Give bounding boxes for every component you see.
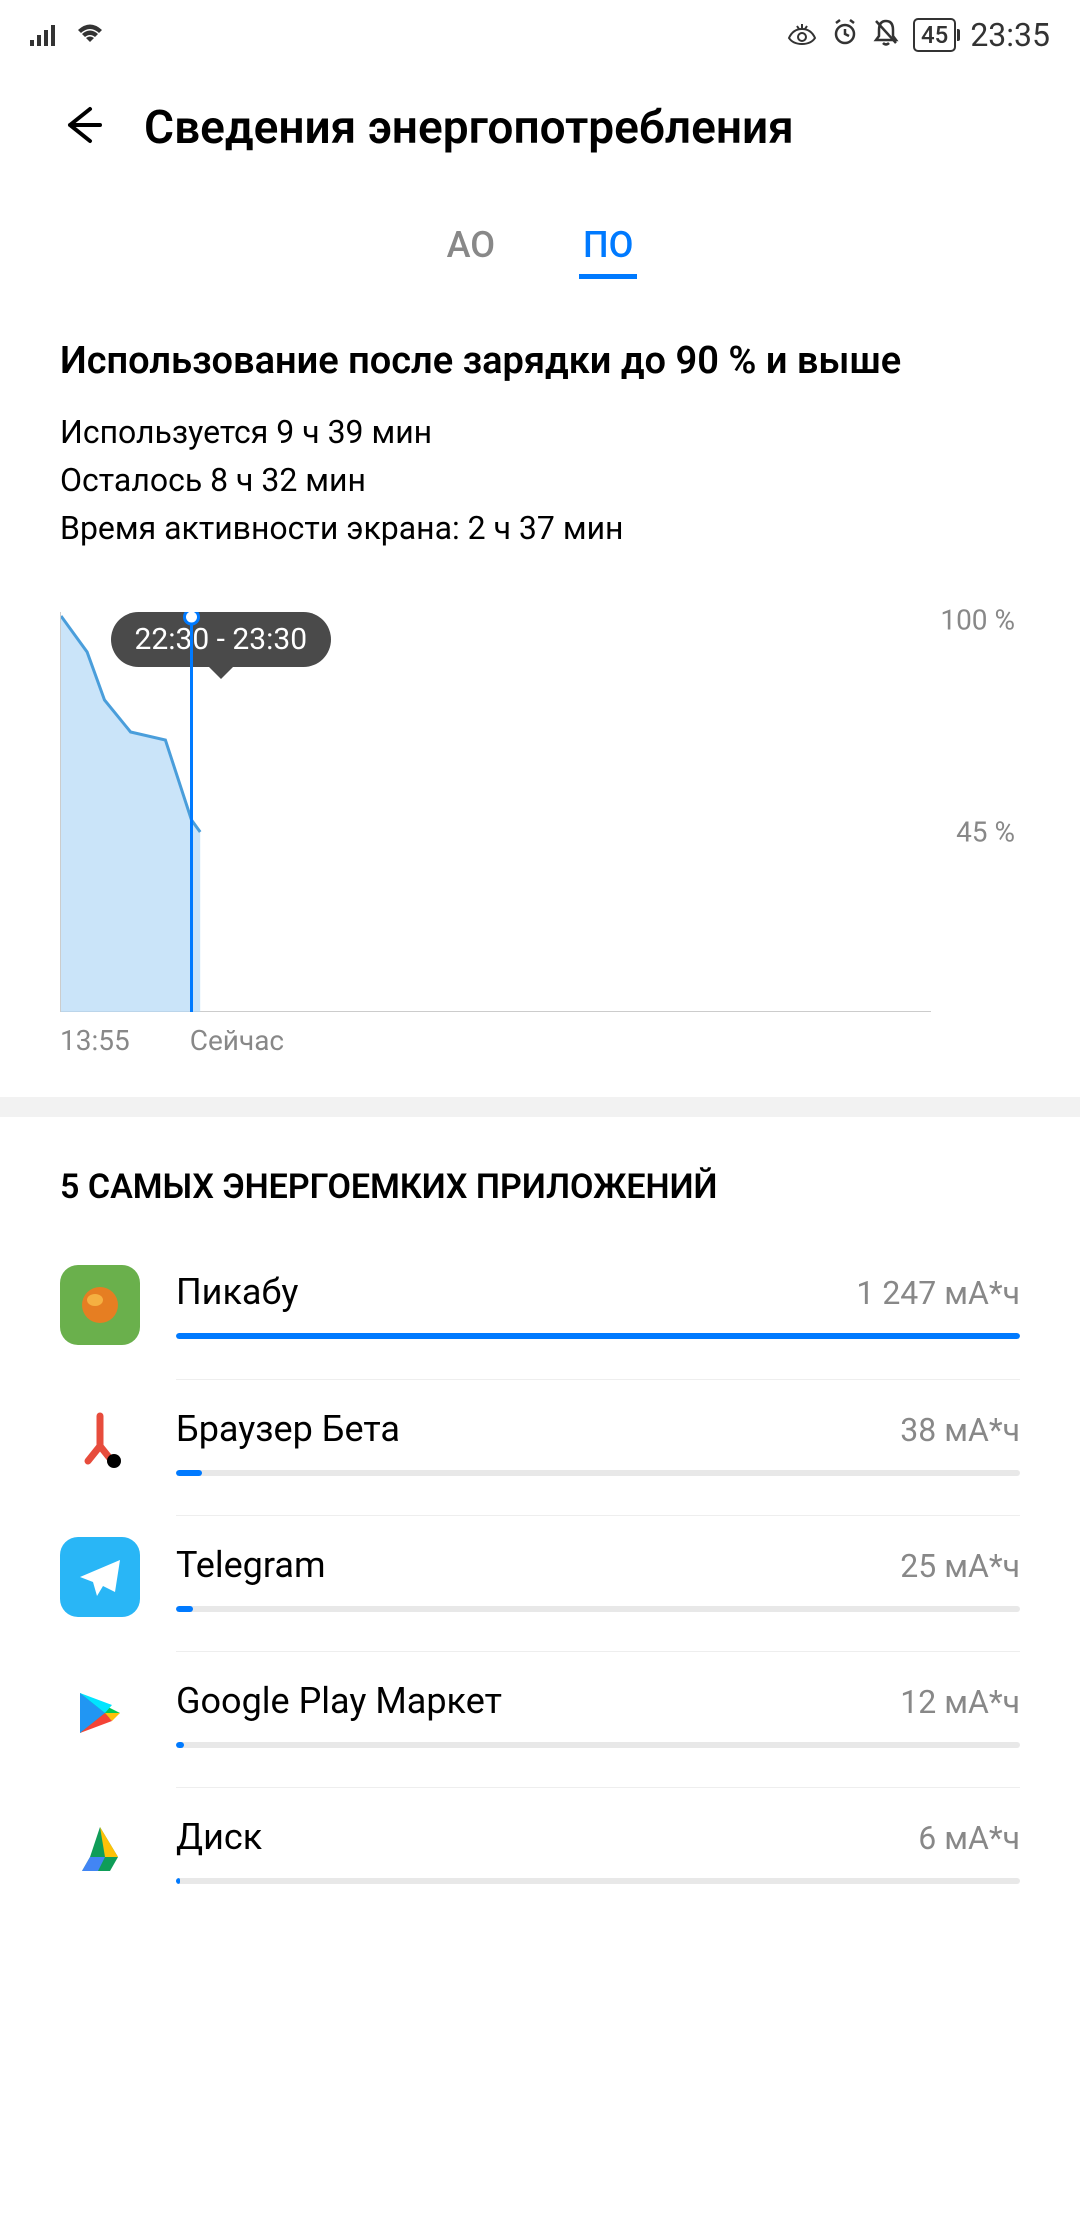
app-info: Браузер Бета 38 мА*ч (176, 1379, 1020, 1476)
app-name-label: Пикабу (176, 1271, 298, 1313)
usage-title: Использование после зарядки до 90 % и вы… (60, 339, 1020, 383)
app-list: Пикабу 1 247 мА*ч Браузер Бета 38 мА*ч (0, 1237, 1080, 1917)
tab-hardware[interactable]: АО (443, 216, 499, 279)
app-row[interactable]: Пикабу 1 247 мА*ч (60, 1237, 1020, 1373)
section-divider (0, 1097, 1080, 1117)
back-button[interactable] (60, 100, 104, 156)
mute-icon (873, 16, 899, 54)
status-bar: 45 23:35 (0, 0, 1080, 70)
app-row[interactable]: Браузер Бета 38 мА*ч (60, 1373, 1020, 1509)
battery-chart[interactable]: 22:30 - 23:30 100 % 45 % 13:55 Сейчас (60, 612, 1020, 1057)
app-usage-bar (176, 1333, 1020, 1339)
app-usage-label: 25 мА*ч (900, 1547, 1020, 1585)
app-name-label: Telegram (176, 1544, 326, 1586)
stat-screen-on: Время активности экрана: 2 ч 37 мин (60, 509, 1020, 547)
app-icon (60, 1537, 140, 1617)
app-icon (60, 1673, 140, 1753)
chart-plot[interactable] (60, 612, 931, 1012)
app-info: Пикабу 1 247 мА*ч (176, 1271, 1020, 1339)
app-usage-label: 12 мА*ч (900, 1683, 1020, 1721)
battery-icon: 45 (913, 18, 956, 52)
alarm-icon (831, 16, 859, 54)
eye-icon (787, 16, 817, 54)
chart-x-labels: 13:55 Сейчас (60, 1024, 1020, 1057)
app-name-label: Google Play Маркет (176, 1680, 502, 1722)
app-icon (60, 1265, 140, 1345)
apps-heading: 5 САМЫХ ЭНЕРГОЕМКИХ ПРИЛОЖЕНИЙ (0, 1117, 1080, 1237)
app-name-label: Диск (176, 1816, 262, 1858)
signal-icon (30, 16, 62, 54)
header: Сведения энергопотребления (0, 70, 1080, 196)
app-info: Telegram 25 мА*ч (176, 1515, 1020, 1612)
usage-section: Использование после зарядки до 90 % и вы… (0, 289, 1080, 1057)
app-info: Google Play Маркет 12 мА*ч (176, 1651, 1020, 1748)
app-row[interactable]: Telegram 25 мА*ч (60, 1509, 1020, 1645)
chart-y-labels: 100 % 45 % (931, 612, 1020, 1012)
app-name-label: Браузер Бета (176, 1408, 400, 1450)
ylabel-100: 100 % (940, 604, 1015, 637)
tabs: АО ПО (0, 196, 1080, 289)
app-usage-bar (176, 1606, 1020, 1612)
tab-software[interactable]: ПО (579, 216, 637, 279)
status-left (30, 16, 106, 54)
battery-pct-label: 45 (921, 21, 948, 49)
app-info: Диск 6 мА*ч (176, 1787, 1020, 1884)
app-usage-label: 6 мА*ч (918, 1819, 1020, 1857)
app-usage-label: 38 мА*ч (900, 1411, 1020, 1449)
ylabel-45: 45 % (956, 816, 1015, 849)
stat-remaining: Осталось 8 ч 32 мин (60, 461, 1020, 499)
app-icon (60, 1809, 140, 1889)
stat-used: Используется 9 ч 39 мин (60, 413, 1020, 451)
app-usage-label: 1 247 мА*ч (856, 1274, 1020, 1312)
page-title: Сведения энергопотребления (144, 101, 794, 155)
app-row[interactable]: Диск 6 мА*ч (60, 1781, 1020, 1917)
app-usage-bar (176, 1878, 1020, 1884)
wifi-icon (74, 16, 106, 54)
app-row[interactable]: Google Play Маркет 12 мА*ч (60, 1645, 1020, 1781)
xlabel-now: Сейчас (190, 1024, 284, 1057)
app-usage-bar (176, 1470, 1020, 1476)
status-time: 23:35 (970, 16, 1050, 54)
app-icon (60, 1401, 140, 1481)
xlabel-start: 13:55 (60, 1024, 130, 1057)
app-usage-bar (176, 1742, 1020, 1748)
status-right: 45 23:35 (787, 16, 1050, 54)
